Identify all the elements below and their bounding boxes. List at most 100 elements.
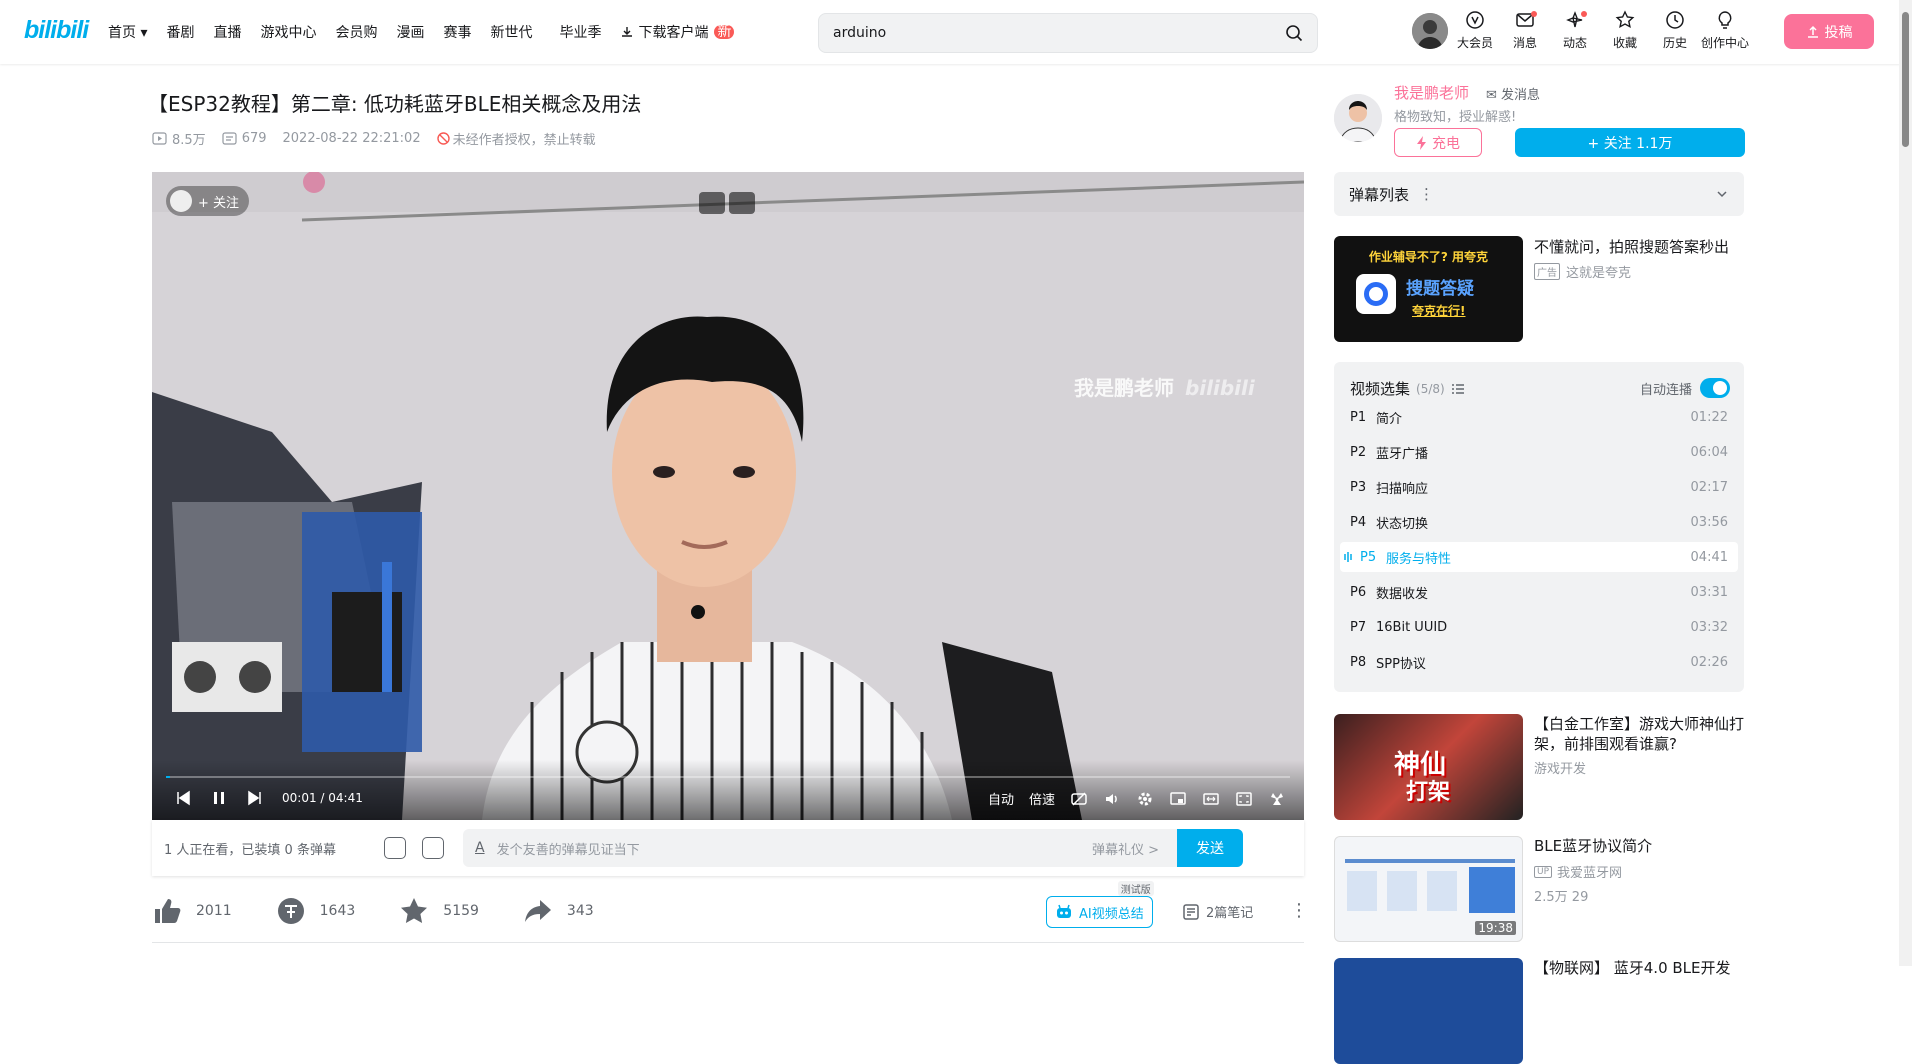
- quality-selector[interactable]: 自动: [988, 789, 1014, 808]
- widescreen-icon[interactable]: [1202, 790, 1220, 808]
- mini-window-icon[interactable]: [699, 192, 725, 214]
- fullscreen-icon[interactable]: [1268, 790, 1286, 808]
- like-button[interactable]: 2011: [152, 896, 232, 926]
- search-icon[interactable]: [1285, 24, 1303, 42]
- user-avatar[interactable]: [1412, 13, 1448, 49]
- web-fullscreen-icon[interactable]: [1235, 790, 1253, 808]
- send-message-link[interactable]: ✉ 发消息: [1486, 84, 1540, 103]
- notification-dot: [1531, 11, 1537, 17]
- video-player[interactable]: 我是鹏老师 bilibili + 关注 00:01 / 04:41 自动 倍速: [152, 172, 1304, 820]
- nav-graduation[interactable]: 毕业季: [559, 22, 601, 42]
- share-icon: [524, 900, 551, 922]
- video-playlist: 视频选集 (5/8) 自动连播 P1 简介 01:22 P2 蓝牙广播 06:04 P3 扫…: [1334, 362, 1744, 692]
- video-thumbnail: 神仙 打架: [1334, 714, 1523, 820]
- header-favorites[interactable]: 收藏: [1600, 10, 1650, 51]
- header-vip[interactable]: 大会员: [1450, 10, 1500, 51]
- nav-new-gen[interactable]: 新世代: [490, 22, 532, 42]
- progress-bar[interactable]: [166, 776, 1290, 778]
- playlist-item[interactable]: P4 状态切换 03:56: [1340, 507, 1738, 537]
- player-mini-tools: [699, 192, 755, 214]
- header-message[interactable]: 消息: [1500, 10, 1550, 51]
- playlist-title: 视频选集: [1350, 380, 1411, 398]
- video-thumbnail: 19:38: [1334, 836, 1523, 942]
- share-button[interactable]: 343: [523, 896, 594, 926]
- next-icon[interactable]: [246, 789, 264, 807]
- coin-button[interactable]: 1643: [276, 896, 355, 926]
- nav-live[interactable]: 直播: [213, 22, 241, 42]
- video-meta: 8.5万 679 2022-08-22 22:21:02 未经作者授权，禁止转载: [152, 129, 596, 148]
- viewer-count: 1 人正在看，已装填 0 条弹幕: [164, 842, 336, 858]
- list-icon[interactable]: [1451, 383, 1465, 395]
- more-options-icon[interactable]: ⋮: [1419, 185, 1434, 203]
- playlist-item[interactable]: P3 扫描响应 02:17: [1340, 472, 1738, 502]
- playlist-item[interactable]: P8 SPP协议 02:26: [1340, 647, 1738, 677]
- bilibili-logo[interactable]: bilibili: [24, 16, 89, 45]
- header-history[interactable]: 历史: [1650, 10, 1700, 51]
- uploader-name[interactable]: 我是鹏老师: [1394, 82, 1469, 103]
- danmaku-input[interactable]: 发个友善的弹幕见证当下: [497, 839, 640, 858]
- video-toolbar: 2011 1643 5159 343 AI视频总结 测试版 2篇笔记 ⋮: [152, 881, 1308, 932]
- chevron-down-icon[interactable]: [1716, 188, 1728, 200]
- nav-home[interactable]: 首页 ▾: [108, 22, 147, 42]
- player-follow-button[interactable]: + 关注: [166, 186, 250, 216]
- forbidden-icon: [436, 132, 450, 145]
- rec-video-up: 游戏开发: [1534, 762, 1587, 777]
- pause-icon[interactable]: [210, 789, 228, 807]
- coin-icon: [277, 898, 304, 924]
- playlist-item[interactable]: P6 数据收发 03:31: [1340, 577, 1738, 607]
- video-thumbnail: [1334, 958, 1523, 1064]
- playlist-item[interactable]: P1 简介 01:22: [1340, 402, 1738, 432]
- star-icon: [401, 898, 428, 923]
- header-creator-center[interactable]: 创作中心: [1700, 10, 1750, 51]
- recommended-video[interactable]: 【物联网】 蓝牙4.0 BLE开发: [1334, 958, 1744, 1064]
- search-input[interactable]: [833, 25, 1285, 41]
- settings-icon[interactable]: [1136, 790, 1154, 808]
- notes-button[interactable]: 2篇笔记: [1182, 902, 1253, 921]
- playing-icon: [1344, 552, 1352, 562]
- danmaku-list-header[interactable]: 弹幕列表 ⋮: [1334, 172, 1744, 216]
- danmaku-toggle-icon[interactable]: [1070, 790, 1088, 808]
- follow-button[interactable]: + 关注 1.1万: [1515, 128, 1745, 157]
- autoplay-switch[interactable]: [1700, 378, 1730, 398]
- nav-esports[interactable]: 赛事: [443, 22, 471, 42]
- previous-icon[interactable]: [174, 789, 192, 807]
- danmaku-style-icon[interactable]: A: [475, 840, 485, 856]
- charge-button[interactable]: 充电: [1394, 128, 1482, 157]
- pip-icon[interactable]: [1169, 790, 1187, 808]
- upload-button[interactable]: 投稿: [1784, 14, 1874, 49]
- download-client-link[interactable]: 下载客户端 新: [620, 22, 735, 42]
- header-dynamic[interactable]: 动态: [1550, 10, 1600, 51]
- rec-video-title: 【白金工作室】游戏大师神仙打架，前排围观看谁赢?: [1534, 715, 1745, 753]
- top-nav: 首页 ▾ 番剧 直播 游戏中心 会员购 漫画 赛事 新世代 毕业季 下载客户端 …: [108, 0, 753, 64]
- scrollbar-thumb[interactable]: [1902, 12, 1909, 147]
- video-title: 【ESP32教程】第二章: 低功耗蓝牙BLE相关概念及用法: [148, 92, 642, 116]
- nav-game-center[interactable]: 游戏中心: [260, 22, 316, 42]
- recommended-video[interactable]: 19:38 BLE蓝牙协议简介 UP 我爱蓝牙网 2.5万 29: [1334, 836, 1744, 942]
- playlist-item-active[interactable]: P5 服务与特性 04:41: [1340, 542, 1738, 572]
- playlist-item[interactable]: P7 16Bit UUID 03:32: [1340, 612, 1738, 642]
- danmaku-switch-icon[interactable]: [384, 837, 406, 859]
- nav-anime[interactable]: 番剧: [166, 22, 194, 42]
- favorite-button[interactable]: 5159: [399, 896, 479, 926]
- thumbs-up-icon: [155, 899, 181, 923]
- playlist-item[interactable]: P2 蓝牙广播 06:04: [1340, 437, 1738, 467]
- nav-manga[interactable]: 漫画: [396, 22, 424, 42]
- send-danmaku-button[interactable]: 发送: [1177, 829, 1243, 867]
- picture-in-picture-icon[interactable]: [729, 192, 755, 214]
- volume-icon[interactable]: [1103, 790, 1121, 808]
- recommended-video[interactable]: 神仙 打架 【白金工作室】游戏大师神仙打架，前排围观看谁赢? 游戏开发: [1334, 714, 1744, 820]
- nav-mall[interactable]: 会员购: [335, 22, 377, 42]
- ad-thumbnail: 作业辅导不了? 用夸克 搜题答疑 夸克在行!: [1334, 236, 1523, 342]
- notes-icon: [1183, 903, 1199, 920]
- video-watermark: 我是鹏老师: [1074, 376, 1174, 400]
- ad-card[interactable]: 作业辅导不了? 用夸克 搜题答疑 夸克在行! 不懂就问，拍照搜题答案秒出 广告这…: [1334, 236, 1744, 342]
- danmaku-settings-icon[interactable]: [422, 837, 444, 859]
- more-options-icon[interactable]: ⋮: [1290, 900, 1308, 921]
- ai-summary-button[interactable]: AI视频总结 测试版: [1046, 881, 1154, 928]
- speed-selector[interactable]: 倍速: [1029, 789, 1055, 808]
- autoplay-toggle[interactable]: 自动连播: [1640, 378, 1730, 398]
- page-scrollbar[interactable]: [1899, 0, 1912, 966]
- new-badge: 新: [714, 25, 735, 39]
- uploader-avatar[interactable]: [1334, 94, 1382, 142]
- danmaku-etiquette-link[interactable]: 弹幕礼仪 >: [1092, 839, 1159, 858]
